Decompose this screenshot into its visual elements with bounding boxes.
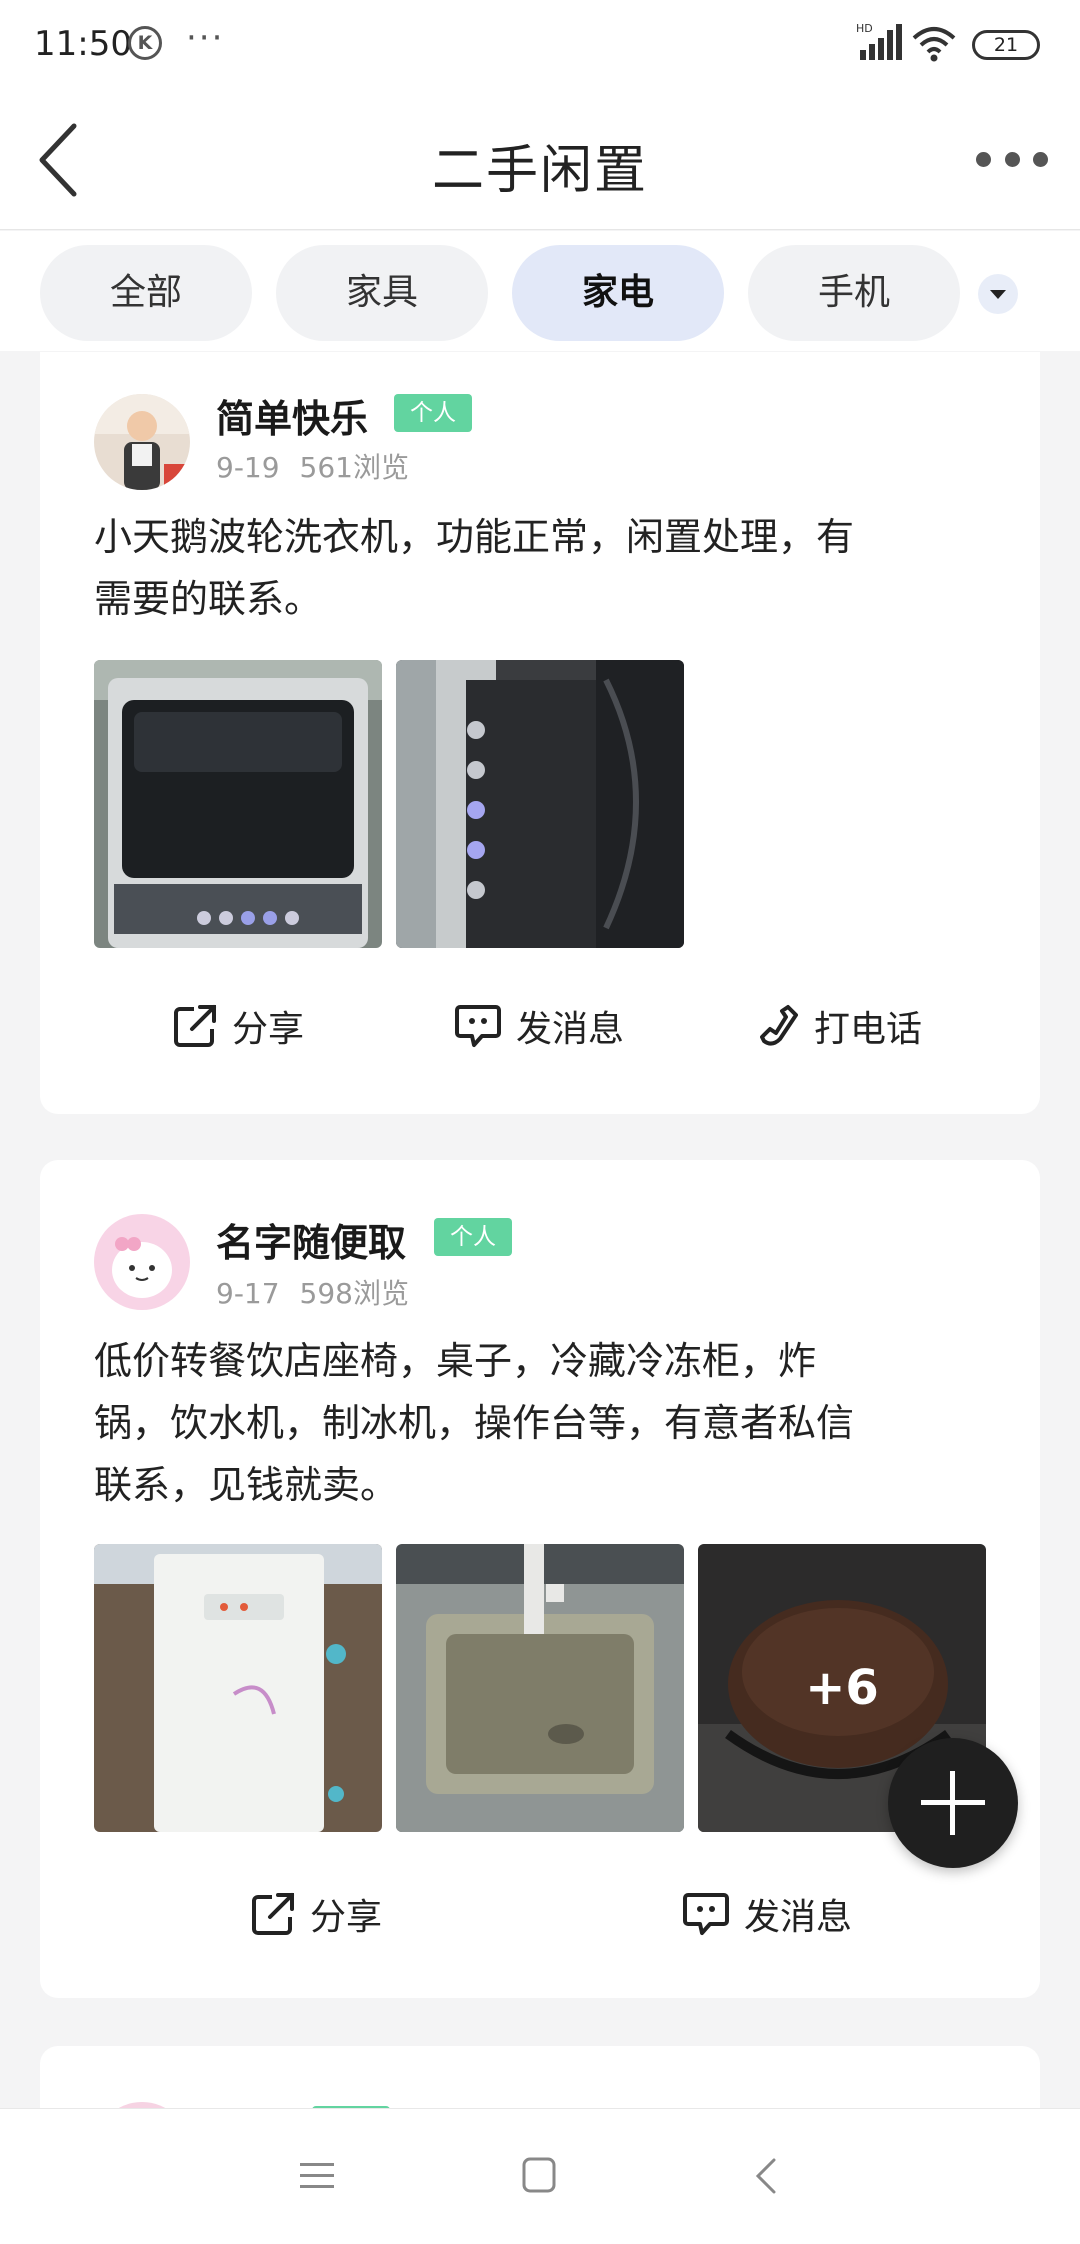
status-bar: 11:50 K ··· HD 21 — [0, 0, 1080, 90]
post-text-line: 需要的联系。 — [94, 577, 323, 621]
water-dispenser-image[interactable] — [94, 1544, 382, 1832]
more-options-icon[interactable] — [976, 148, 1048, 170]
steel-sink-image[interactable] — [396, 1544, 684, 1832]
post-date: 9-17 — [216, 1277, 280, 1310]
phone-icon — [760, 1005, 798, 1046]
share-button[interactable]: 分享 — [172, 1000, 304, 1052]
k-app-icon: K — [128, 26, 162, 60]
post-card[interactable]: 简单快乐 个人 9-19 561浏览 小天鹅波轮洗衣机，功能正常，闲置处理，有 需… — [40, 352, 1040, 1114]
message-label: 发消息 — [744, 1897, 853, 1938]
system-nav-bar — [0, 2108, 1080, 2244]
post-card[interactable]: 名字随便取 个人 9-17 598浏览 低价转餐饮店座椅，桌子，冷藏冷冻柜，炸 锅… — [40, 1160, 1040, 1998]
washing-machine-panel-image[interactable] — [396, 660, 684, 948]
personal-badge: 个人 — [394, 394, 472, 432]
post-description: 低价转餐饮店座椅，桌子，冷藏冷冻柜，炸 锅，饮水机，制冰机，操作台等，有意者私信… — [94, 1330, 1014, 1516]
post-text-line: 锅，饮水机，制冰机，操作台等，有意者私信 — [94, 1401, 855, 1445]
svg-text:HD: HD — [856, 22, 873, 35]
tab-all[interactable]: 全部 — [40, 245, 252, 341]
tab-furniture[interactable]: 家具 — [276, 245, 488, 341]
share-label: 分享 — [232, 1009, 305, 1050]
personal-badge: 个人 — [434, 1218, 512, 1256]
category-tabs: 全部 家具 家电 手机 — [0, 231, 1080, 351]
menu-icon[interactable] — [300, 2159, 334, 2193]
post-views: 561浏览 — [299, 451, 409, 484]
message-button[interactable]: 发消息 — [454, 1000, 624, 1052]
signal-icon: HD — [856, 22, 902, 60]
post-username[interactable]: 简单快乐 — [216, 388, 368, 443]
washing-machine-top-image[interactable] — [94, 660, 382, 948]
call-label: 打电话 — [814, 1009, 923, 1050]
post-views: 598浏览 — [299, 1277, 409, 1310]
share-icon — [174, 1005, 216, 1047]
post-text-line: 联系，见钱就卖。 — [94, 1463, 399, 1507]
call-button[interactable]: 打电话 — [758, 1000, 922, 1052]
message-icon — [455, 1005, 501, 1047]
avatar[interactable] — [94, 1214, 190, 1310]
message-button[interactable]: 发消息 — [682, 1888, 852, 1940]
add-post-button[interactable] — [888, 1738, 1018, 1868]
tabs-expand-dropdown-icon[interactable] — [978, 274, 1018, 314]
post-description: 小天鹅波轮洗衣机，功能正常，闲置处理，有 需要的联系。 — [94, 506, 1014, 630]
back-nav-icon[interactable] — [754, 2157, 778, 2195]
share-button[interactable]: 分享 — [250, 1888, 382, 1940]
post-meta: 9-19 561浏览 — [216, 446, 409, 486]
post-meta: 9-17 598浏览 — [216, 1272, 409, 1312]
post-date: 9-19 — [216, 451, 280, 484]
page-title: 二手闲置 — [431, 141, 648, 201]
share-label: 分享 — [310, 1897, 383, 1938]
post-username[interactable]: 名字随便取 — [216, 1212, 406, 1267]
top-nav-bar: 二手闲置 — [0, 90, 1080, 230]
post-text-line: 低价转餐饮店座椅，桌子，冷藏冷冻柜，炸 — [94, 1339, 817, 1383]
share-icon — [252, 1893, 294, 1935]
battery-icon: 21 — [972, 30, 1040, 60]
tab-appliances[interactable]: 家电 — [512, 245, 724, 341]
status-time: 11:50 — [34, 24, 132, 64]
message-label: 发消息 — [516, 1009, 625, 1050]
notification-dots-icon: ··· — [186, 18, 225, 58]
tab-phones[interactable]: 手机 — [748, 245, 960, 341]
post-text-line: 小天鹅波轮洗衣机，功能正常，闲置处理，有 — [94, 515, 855, 559]
home-icon[interactable] — [522, 2157, 556, 2193]
wifi-icon — [912, 27, 956, 62]
message-icon — [683, 1893, 729, 1935]
avatar[interactable] — [94, 394, 190, 490]
